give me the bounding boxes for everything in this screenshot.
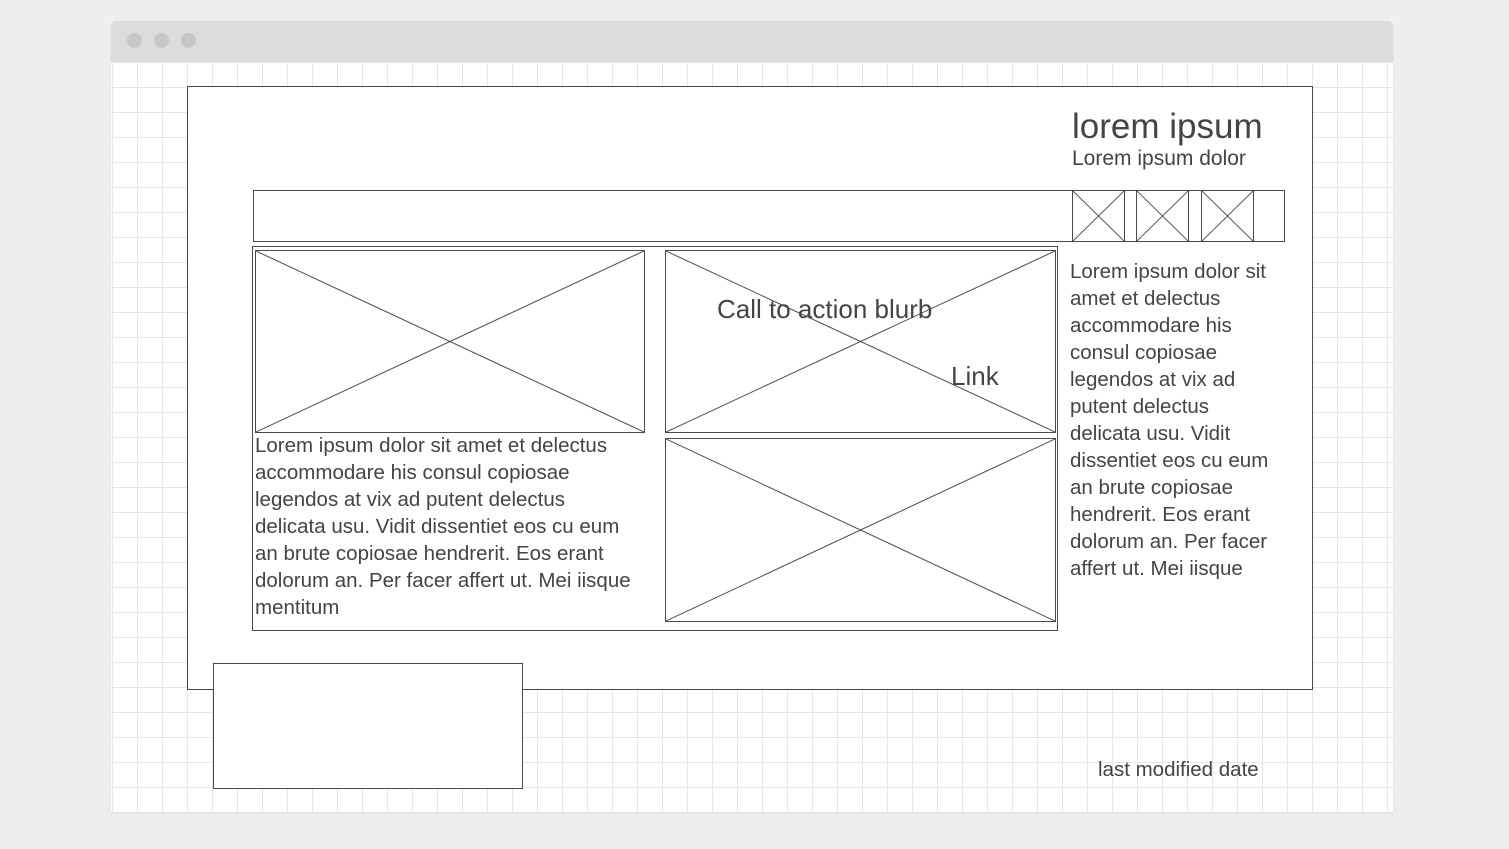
- window-titlebar: [111, 21, 1393, 62]
- hero-image-placeholder: [255, 250, 645, 433]
- body-text: Lorem ipsum dolor sit amet et delectus a…: [255, 434, 631, 619]
- secondary-image-placeholder: [665, 438, 1056, 622]
- last-modified-date: last modified date: [1098, 758, 1259, 781]
- page-title: lorem ipsum: [1072, 107, 1263, 146]
- close-dot-icon[interactable]: [127, 33, 142, 48]
- page-subtitle: Lorem ipsum dolor: [1072, 147, 1246, 170]
- maximize-dot-icon[interactable]: [181, 33, 196, 48]
- nav-bar[interactable]: [253, 190, 1285, 242]
- image-placeholder-icon[interactable]: [1201, 190, 1254, 242]
- sidebar-text: Lorem ipsum dolor sit amet et delectus a…: [1070, 260, 1269, 580]
- cta-blurb: Call to action blurb: [717, 294, 933, 324]
- cta-link[interactable]: Link: [951, 360, 999, 392]
- image-placeholder-icon[interactable]: [1136, 190, 1189, 242]
- footer-box: [213, 663, 523, 789]
- cta-image-placeholder[interactable]: [665, 250, 1056, 433]
- minimize-dot-icon[interactable]: [154, 33, 169, 48]
- image-placeholder-icon[interactable]: [1072, 190, 1125, 242]
